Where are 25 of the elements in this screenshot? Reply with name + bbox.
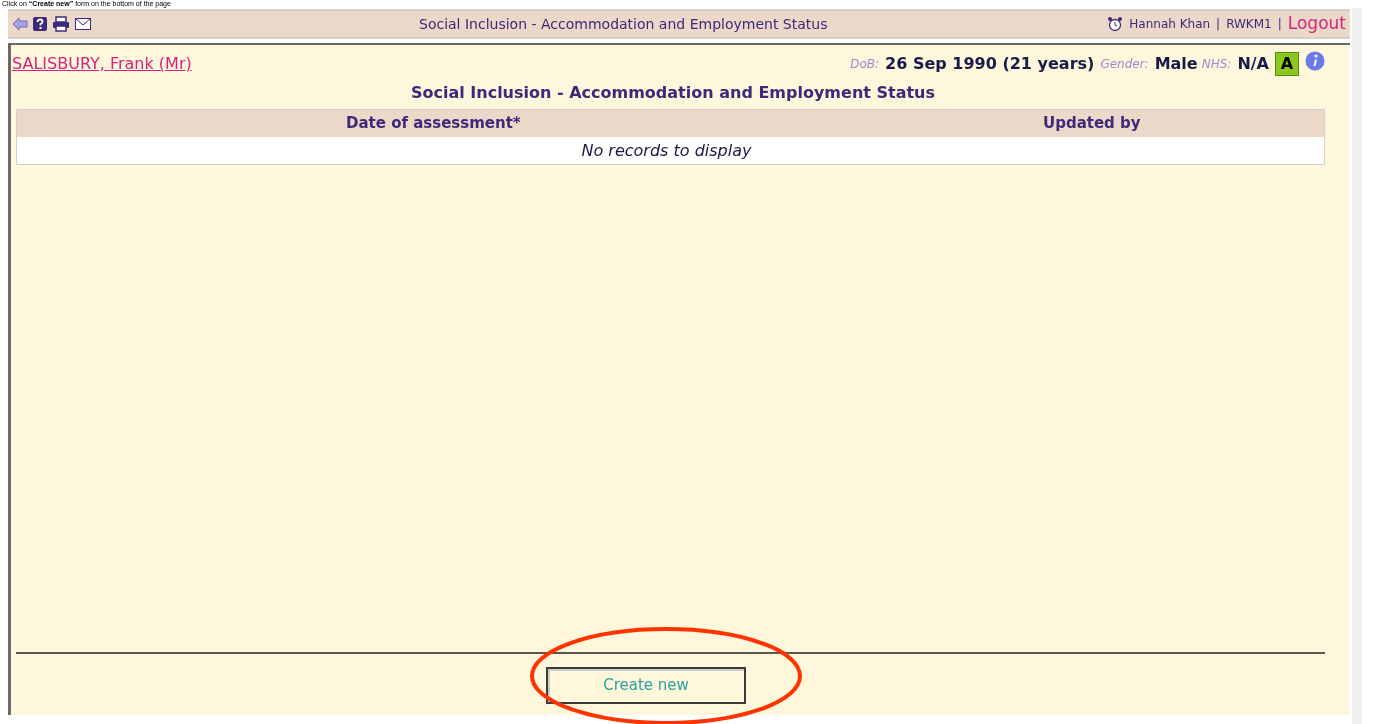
form-title: Social Inclusion - Accommodation and Employment Status <box>409 83 937 103</box>
dob-label: DoB: <box>850 56 880 73</box>
column-header: Updated by <box>1043 113 1141 135</box>
separator: | <box>1216 16 1221 33</box>
separator: | <box>1277 16 1282 33</box>
status-badge: A <box>1275 52 1299 76</box>
info-icon[interactable] <box>1305 51 1325 71</box>
gender-value: Male <box>1154 53 1198 75</box>
mail-icon[interactable] <box>75 18 91 30</box>
back-arrow-icon[interactable] <box>12 17 28 31</box>
dob-value: 26 Sep 1990 (21 years) <box>885 53 1095 75</box>
help-icon[interactable] <box>33 17 47 31</box>
nhs-value: N/A <box>1237 53 1269 75</box>
gender-label: Gender: <box>1100 56 1149 73</box>
logout-link[interactable]: Logout <box>1287 11 1346 37</box>
patient-name-link[interactable]: SALISBURY, Frank (Mr) <box>12 52 192 76</box>
create-new-button[interactable]: Create new <box>546 667 746 704</box>
column-header: Date of assessment* <box>346 113 521 135</box>
page-title: Social Inclusion - Accommodation and Employment Status <box>419 14 828 34</box>
nhs-label: NHS: <box>1201 56 1232 73</box>
alarm-clock-icon[interactable] <box>1107 16 1124 32</box>
user-code: RWKM1 <box>1226 16 1272 33</box>
empty-message: No records to display <box>581 139 752 162</box>
print-icon[interactable] <box>52 16 70 32</box>
user-name: Hannah Khan <box>1129 16 1211 33</box>
